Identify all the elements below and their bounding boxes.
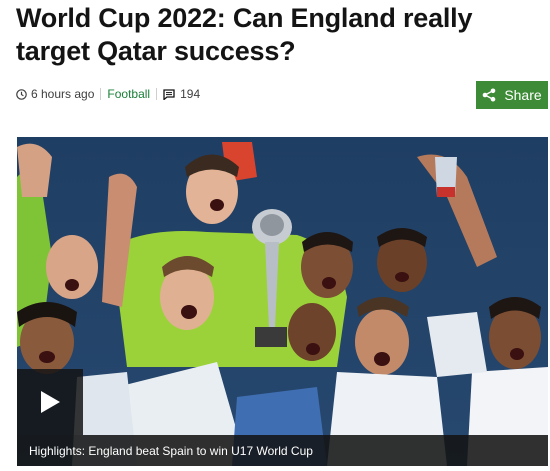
share-label: Share: [504, 87, 542, 103]
video-caption-bar: Highlights: England beat Spain to win U1…: [17, 435, 548, 466]
article-meta: 6 hours ago Football 194: [16, 86, 200, 102]
share-button[interactable]: Share: [476, 81, 548, 109]
share-icon: [482, 88, 496, 102]
play-button[interactable]: [17, 369, 83, 435]
meta-divider: [156, 88, 158, 100]
article-headline: World Cup 2022: Can England really targe…: [16, 3, 473, 66]
topic-link[interactable]: Football: [107, 87, 150, 101]
comments-count[interactable]: 194: [180, 87, 200, 101]
meta-divider: [100, 88, 102, 100]
play-icon: [41, 391, 60, 413]
video-caption: Highlights: England beat Spain to win U1…: [29, 443, 313, 458]
published-time: 6 hours ago: [31, 87, 95, 101]
comments-icon[interactable]: [163, 88, 175, 100]
clock-icon: [16, 88, 27, 100]
celebration-photo: [17, 137, 548, 466]
video-player[interactable]: Highlights: England beat Spain to win U1…: [17, 137, 548, 466]
